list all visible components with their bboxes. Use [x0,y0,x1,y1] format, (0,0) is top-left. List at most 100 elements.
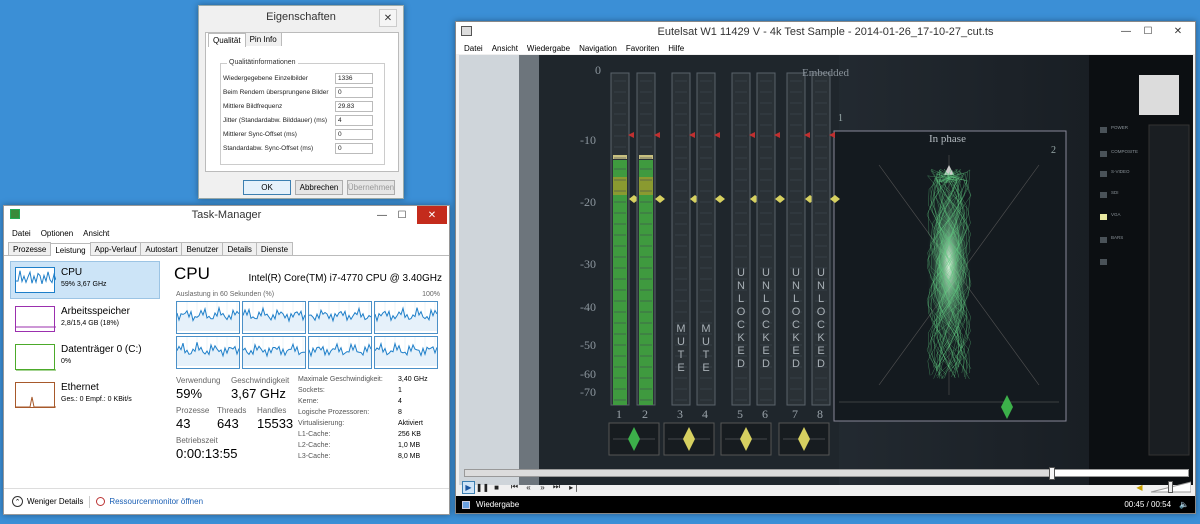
volume-slider[interactable] [1150,481,1192,493]
player-menu-datei[interactable]: Datei [464,44,483,53]
quality-row: Mittlerer Sync-Offset (ms) 0 [223,128,382,142]
detail-key: Maximale Geschwindigkeit: [298,376,383,383]
skip-back-icon[interactable]: ⏮ [508,481,521,494]
sidebar-item-memory[interactable]: Arbeitsspeicher 2,8/15,4 GB (18%) [10,300,160,338]
properties-tabs: Qualität Pin Info [208,32,282,47]
cancel-button[interactable]: Abbrechen [295,180,343,195]
tm-menu-ansicht[interactable]: Ansicht [83,229,109,238]
handles-value: 15533 [257,416,294,431]
player-menu-wiedergabe[interactable]: Wiedergabe [527,44,570,53]
tm-menu-optionen[interactable]: Optionen [41,229,73,238]
sidebar-thumb-graph [15,382,56,408]
fewer-details-link[interactable]: Weniger Details [27,497,83,506]
detail-row: Sockets: 1 [298,387,442,398]
detail-value: 3,40 GHz [398,376,428,383]
processes-label: Prozesse [176,406,210,415]
channel-state-label: UNLOCKED [736,267,746,370]
quality-group: Qualitätinformationen Wiedergegebene Ein… [220,59,385,165]
detail-key: L1-Cache: [298,431,331,438]
detail-row: Kerne: 4 [298,398,442,409]
player-titlebar: Eutelsat W1 11429 V - 4k Test Sample - 2… [456,22,1195,42]
player-menu-favoriten[interactable]: Favoriten [626,44,659,53]
player-close-button[interactable]: ✕ [1163,22,1193,40]
play-icon[interactable]: ▶ [462,480,475,494]
pause-icon[interactable]: ❚❚ [476,481,489,494]
skip-forward-icon[interactable]: ⏭ [550,481,563,494]
processes-value: 43 [176,416,191,431]
tm-menu-datei[interactable]: Datei [12,229,31,238]
tm-close-button[interactable]: ✕ [417,206,447,224]
resource-monitor-link[interactable]: Ressourcenmonitor öffnen [109,497,203,506]
seek-thumb[interactable] [1049,467,1056,480]
core-graph-line [176,302,240,331]
quality-row-value: 4 [335,115,373,126]
tab-details[interactable]: Details [222,242,257,255]
detail-value: Aktiviert [398,420,423,427]
apply-button[interactable]: Übernehmen [347,180,395,195]
detail-row: L3-Cache: 8,0 MB [298,453,442,464]
panel-led [1100,127,1107,133]
channel-label: 6 [762,407,768,421]
device-label-sticker [1139,75,1179,115]
tab-qualitaet[interactable]: Qualität [208,33,246,47]
quality-row-value: 0 [335,87,373,98]
tab-autostart[interactable]: Autostart [140,242,183,255]
frame-step-icon[interactable]: ▸❘ [568,481,581,494]
seek-bar[interactable] [464,467,1189,480]
quality-row-value: 29.83 [335,101,373,112]
sidebar-item-name: Ethernet [61,382,99,393]
ok-button[interactable]: OK [243,180,291,195]
channel-label: 1 [616,407,622,421]
tm-maximize-button[interactable]: ☐ [393,206,411,224]
volume-thumb[interactable] [1168,481,1173,493]
core-graph-line [242,337,306,366]
device-panel-label: S-VIDEO [1111,169,1130,174]
player-minimize-button[interactable]: — [1117,22,1135,40]
detail-value: 4 [398,398,402,405]
core-graph [374,336,438,369]
player-window: Eutelsat W1 11429 V - 4k Test Sample - 2… [455,21,1196,514]
tab-dienste[interactable]: Dienste [255,242,294,255]
core-graph [176,336,240,369]
uptime-label: Betriebszeit [176,436,218,445]
audio-icon: 🔈 [1179,500,1189,509]
player-menu-ansicht[interactable]: Ansicht [492,44,518,53]
player-title: Eutelsat W1 11429 V - 4k Test Sample - 2… [657,26,994,38]
device-panel-label: POWER [1111,125,1129,130]
player-maximize-button[interactable]: ☐ [1139,22,1157,40]
player-menu-hilfe[interactable]: Hilfe [668,44,684,53]
quality-row-label: Standardabw. Sync-Offset (ms) [223,145,314,152]
sidebar-item-disk[interactable]: Datenträger 0 (C:) 0% [10,338,160,376]
tab-pin-info[interactable]: Pin Info [244,32,282,46]
thumb-graph-line [15,270,57,285]
video-frame [459,55,1193,485]
core-graph-grid [176,301,438,369]
speaker-icon[interactable]: ◀ [1133,481,1146,494]
sidebar-item-cpu[interactable]: CPU 59% 3,67 GHz [10,261,160,299]
tab-prozesse[interactable]: Prozesse [8,242,52,255]
embedded-label: Embedded [802,67,850,79]
meter-peak [613,155,627,159]
quality-group-title: Qualitätinformationen [227,59,298,66]
stop-icon[interactable]: ■ [490,481,503,494]
db-scale-label: -50 [580,338,596,352]
player-menubar: Datei Ansicht Wiedergabe Navigation Favo… [456,42,1195,54]
rewind-icon[interactable]: « [522,481,535,494]
tab-leistung[interactable]: Leistung [50,243,91,256]
graph-max: 100% [422,291,440,298]
tab-benutzer[interactable]: Benutzer [181,242,224,255]
fast-forward-icon[interactable]: » [536,481,549,494]
tab-app-verlauf[interactable]: App-Verlauf [89,242,142,255]
video-area[interactable]: Embedded In phase 1 2 0 -10 -20 -30 -40 -50 -6… [459,55,1193,485]
chevron-up-icon[interactable]: ⌃ [12,496,23,507]
player-menu-navigation[interactable]: Navigation [579,44,617,53]
properties-close-button[interactable]: ✕ [379,9,397,27]
tm-footer: ⌃ Weniger Details Ressourcenmonitor öffn… [4,488,449,514]
quality-row-label: Mittlerer Sync-Offset (ms) [223,131,297,138]
channel-label: 7 [792,407,798,421]
tm-minimize-button[interactable]: — [373,206,391,224]
detail-row: Virtualisierung: Aktiviert [298,420,442,431]
detail-key: Virtualisierung: [298,420,345,427]
in-phase-label: In phase [929,133,966,145]
sidebar-item-ethernet[interactable]: Ethernet Ges.: 0 Empf.: 0 KBit/s [10,376,160,414]
